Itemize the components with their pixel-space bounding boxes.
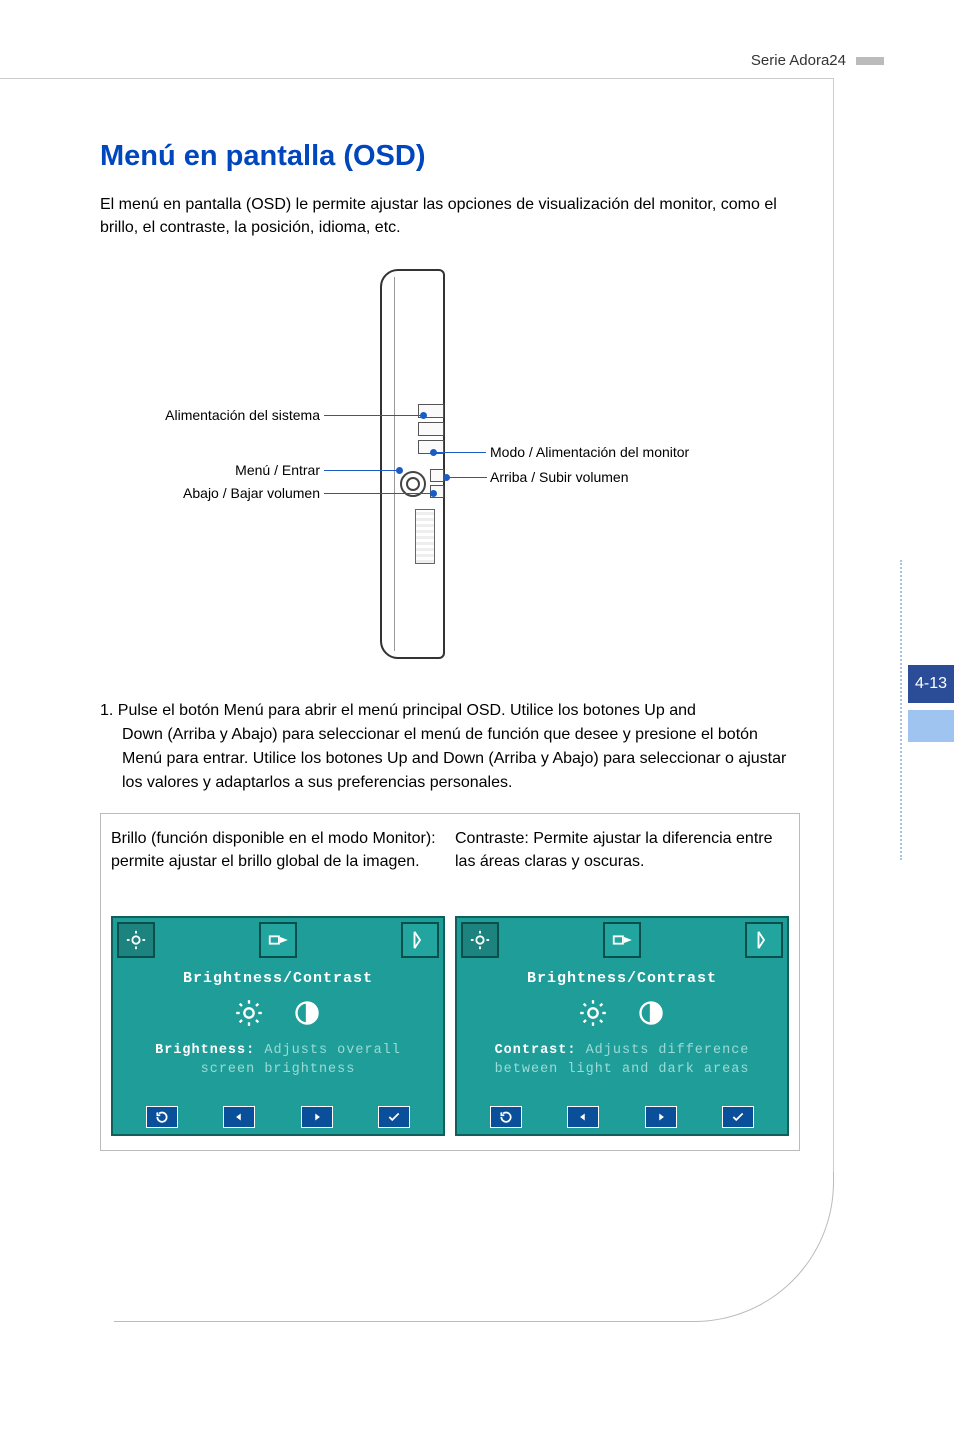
tab-input-icon: [603, 922, 641, 958]
callout-menu-enter: Menú / Entrar: [220, 462, 320, 478]
page-title: Menú en pantalla (OSD): [100, 140, 800, 173]
monitor-outline: [380, 269, 445, 659]
osd-title: Brightness/Contrast: [113, 970, 443, 987]
osd-rest1: Adjusts difference: [576, 1043, 749, 1058]
tab-brightness-icon: [117, 922, 155, 958]
osd-examples-row: Brillo (función disponible en el modo Mo…: [100, 813, 800, 1151]
osd-brightness-column: Brillo (función disponible en el modo Mo…: [111, 828, 445, 1136]
osd-line2: screen brightness: [201, 1062, 356, 1077]
step-text-rest: Down (Arriba y Abajo) para seleccionar e…: [100, 723, 800, 795]
contrast-icon: [637, 999, 665, 1032]
osd-tab-row: [113, 918, 443, 958]
osd-rest1: Adjusts overall: [255, 1043, 401, 1058]
step-number: 1.: [100, 702, 113, 719]
osd-contrast-desc: Contraste: Permite ajustar la diferencia…: [455, 828, 789, 904]
nav-right-icon: [645, 1106, 677, 1128]
step-text-first: Pulse el botón Menú para abrir el menú p…: [118, 702, 696, 719]
osd-option-icons: [113, 999, 443, 1032]
osd-title: Brightness/Contrast: [457, 970, 787, 987]
osd-hl: Contrast:: [495, 1043, 577, 1058]
osd-nav-row: [457, 1106, 787, 1128]
nav-ok-icon: [378, 1106, 410, 1128]
step-1: 1. Pulse el botón Menú para abrir el men…: [100, 699, 800, 795]
tab-settings-icon: [745, 922, 783, 958]
osd-nav-row: [113, 1106, 443, 1128]
sun-icon: [579, 999, 607, 1032]
header-decoration: [856, 57, 884, 65]
right-rule: [833, 78, 834, 1186]
main-content: Menú en pantalla (OSD) El menú en pantal…: [100, 140, 800, 1151]
nav-left-icon: [223, 1106, 255, 1128]
osd-hl: Brightness:: [155, 1043, 255, 1058]
monitor-diagram: Alimentación del sistema Menú / Entrar A…: [100, 269, 800, 679]
osd-description-text: Brightness: Adjusts overall screen brigh…: [113, 1042, 443, 1078]
contrast-icon: [293, 999, 321, 1032]
callout-down-volume: Abajo / Bajar volumen: [155, 485, 320, 501]
osd-line2: between light and dark areas: [495, 1062, 750, 1077]
series-label: Serie Adora24: [751, 52, 846, 69]
sun-icon: [235, 999, 263, 1032]
page-number: 4-13: [915, 675, 947, 693]
osd-brightness-desc: Brillo (función disponible en el modo Mo…: [111, 828, 445, 904]
osd-screen-contrast: Brightness/Contrast Contrast: Adjusts di…: [455, 916, 789, 1136]
nav-back-icon: [490, 1106, 522, 1128]
page-curve-decoration: [114, 1172, 834, 1322]
osd-tab-row: [457, 918, 787, 958]
osd-description-text: Contrast: Adjusts difference between lig…: [457, 1042, 787, 1078]
callout-up-volume: Arriba / Subir volumen: [490, 469, 629, 485]
page-header: Serie Adora24: [751, 52, 884, 69]
page-tab-light: [908, 710, 954, 742]
port-slot: [415, 509, 435, 564]
nav-left-icon: [567, 1106, 599, 1128]
nav-back-icon: [146, 1106, 178, 1128]
osd-option-icons: [457, 999, 787, 1032]
tab-brightness-icon: [461, 922, 499, 958]
dotted-guide: [900, 560, 902, 860]
tab-settings-icon: [401, 922, 439, 958]
osd-screen-brightness: Brightness/Contrast Brightness: Adjusts …: [111, 916, 445, 1136]
intro-paragraph: El menú en pantalla (OSD) le permite aju…: [100, 193, 800, 239]
callout-system-power: Alimentación del sistema: [140, 407, 320, 423]
nav-right-icon: [301, 1106, 333, 1128]
page-number-tab: 4-13: [908, 665, 954, 703]
callout-mode-monitor-power: Modo / Alimentación del monitor: [490, 444, 689, 460]
osd-contrast-column: Contraste: Permite ajustar la diferencia…: [455, 828, 789, 1136]
tab-input-icon: [259, 922, 297, 958]
nav-ok-icon: [722, 1106, 754, 1128]
top-rule: [0, 78, 834, 79]
